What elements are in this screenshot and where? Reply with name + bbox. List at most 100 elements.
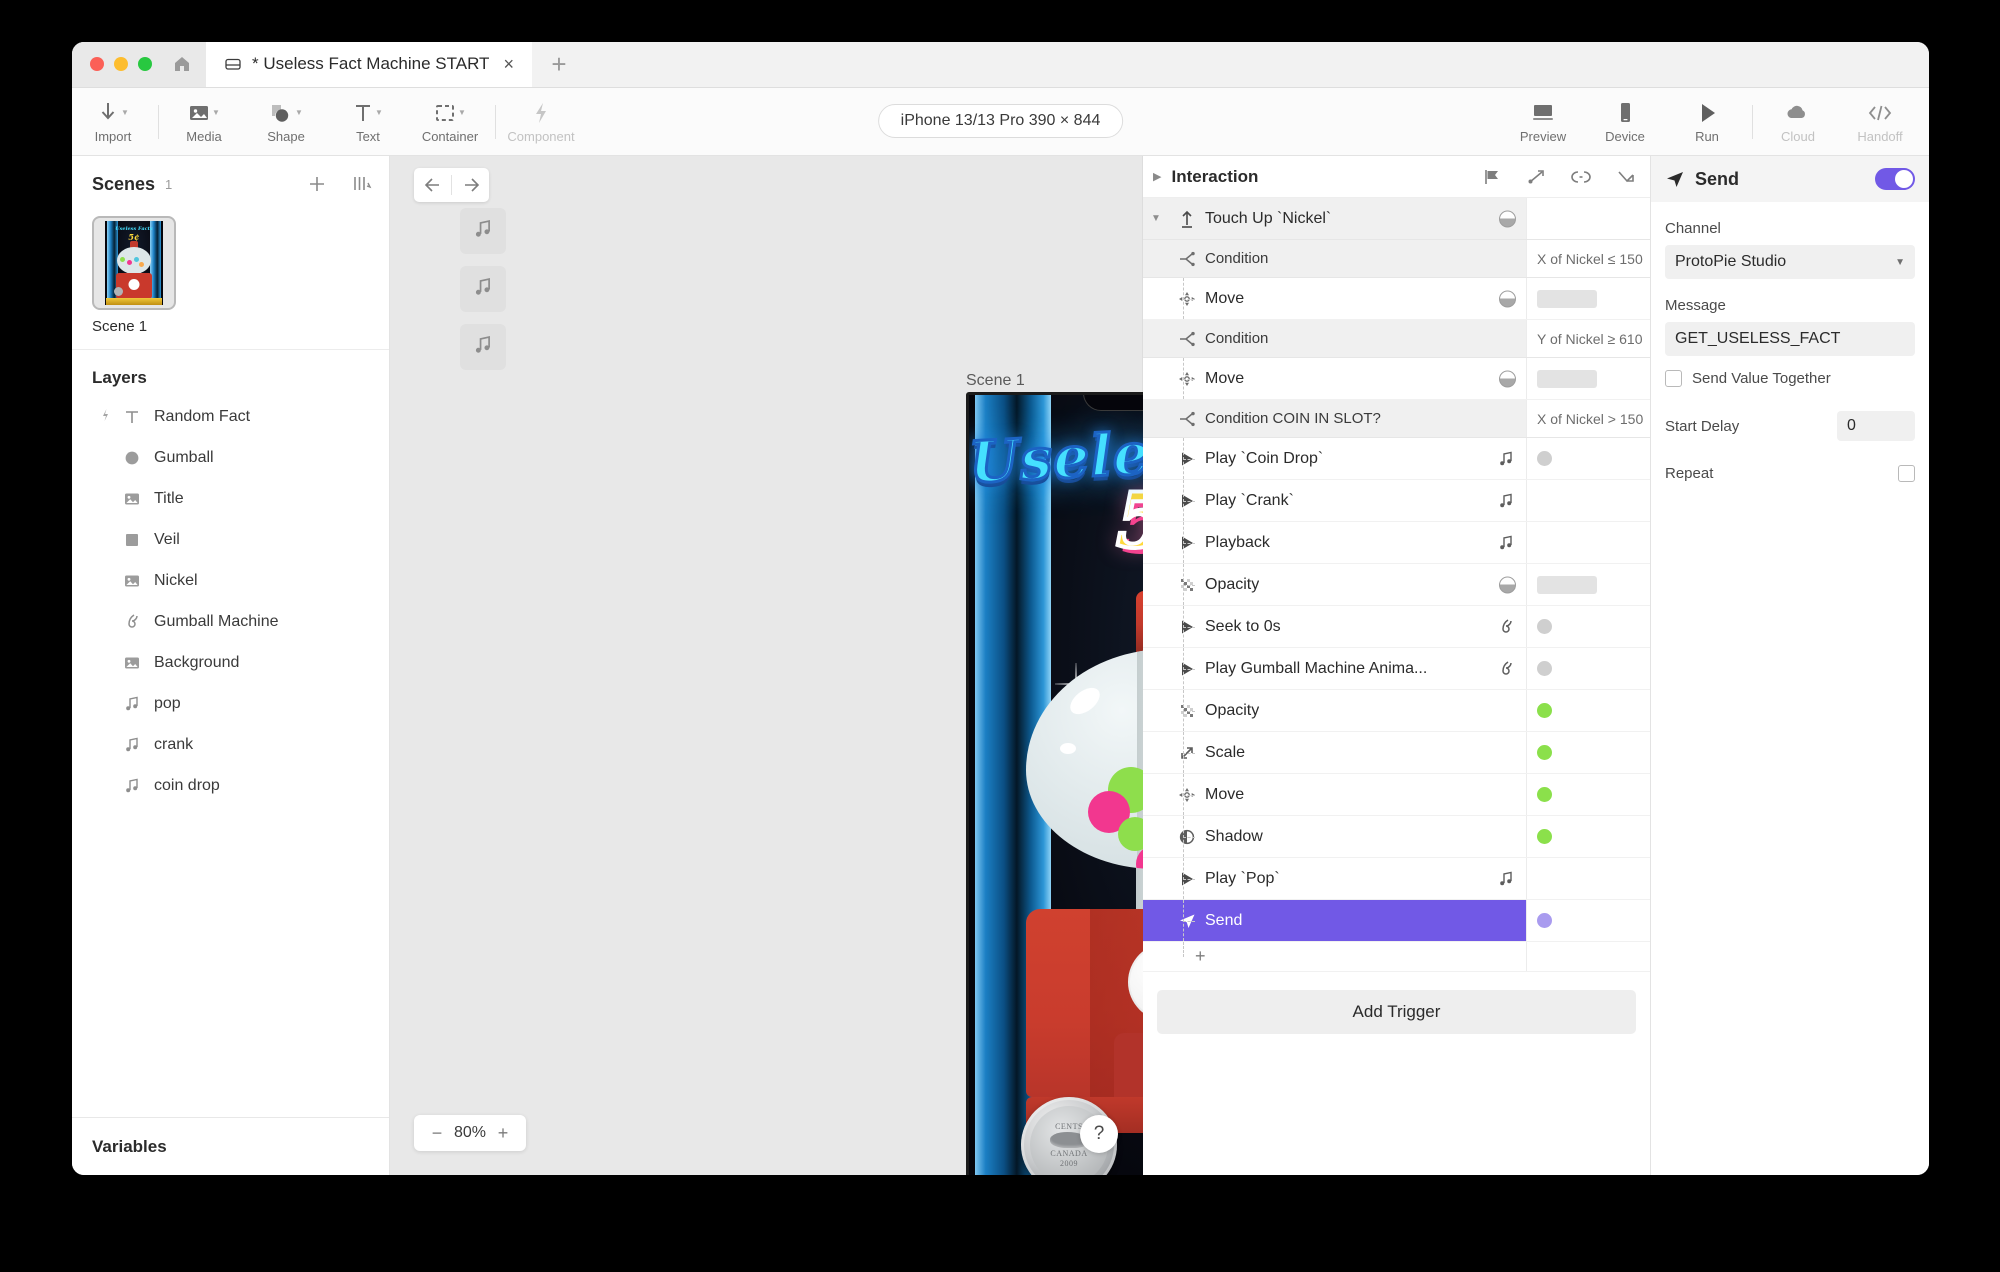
start-delay-input[interactable]: 0	[1837, 411, 1915, 441]
channel-select[interactable]: ProtoPie Studio ▼	[1665, 245, 1915, 279]
timeline-cell[interactable]	[1526, 358, 1650, 399]
toolbar-handoff-button[interactable]: Handoff	[1839, 88, 1921, 156]
response-row[interactable]: Scale	[1143, 732, 1650, 774]
layer-row[interactable]: coin drop	[72, 765, 389, 806]
timeline-cell[interactable]	[1526, 522, 1650, 563]
layer-row[interactable]: Nickel	[72, 560, 389, 601]
link-icon[interactable]	[1570, 168, 1592, 186]
layer-row[interactable]: Random Fact	[72, 396, 389, 437]
response-row[interactable]: Playback	[1143, 522, 1650, 564]
toolbar-import-button[interactable]: ▼ Import	[72, 88, 154, 156]
layer-row[interactable]: Gumball Machine	[72, 601, 389, 642]
timeline-cell[interactable]	[1526, 606, 1650, 647]
timeline-cell[interactable]	[1526, 480, 1650, 521]
add-trigger-button[interactable]: Add Trigger	[1157, 990, 1636, 1034]
layer-row[interactable]: Gumball	[72, 437, 389, 478]
easing-indicator[interactable]	[1499, 210, 1516, 227]
chevron-right-icon[interactable]: ▶	[1153, 170, 1161, 183]
timeline-cell[interactable]	[1526, 278, 1650, 319]
timeline-cell[interactable]	[1526, 900, 1650, 941]
timeline-cell[interactable]: X of Nickel ≤ 150	[1526, 240, 1650, 277]
audio-layer-chip[interactable]	[460, 266, 506, 312]
timeline-cell[interactable]: X of Nickel > 150	[1526, 400, 1650, 437]
response-row[interactable]: Play `Pop`	[1143, 858, 1650, 900]
new-tab-button[interactable]: +	[532, 42, 586, 87]
response-row[interactable]: Move	[1143, 278, 1650, 320]
easing-indicator[interactable]	[1499, 290, 1516, 307]
response-row[interactable]: Play Gumball Machine Anima...	[1143, 648, 1650, 690]
transition-icon[interactable]	[1526, 168, 1546, 186]
zoom-in-button[interactable]: +	[492, 1123, 514, 1144]
toolbar-media-button[interactable]: ▼ Media	[163, 88, 245, 156]
timeline-cell[interactable]	[1526, 198, 1650, 239]
help-button[interactable]: ?	[1080, 1115, 1118, 1153]
timeline-duration-bar[interactable]	[1537, 290, 1597, 308]
toolbar-device-button[interactable]: Device	[1584, 88, 1666, 156]
audio-layer-chip[interactable]	[460, 208, 506, 254]
response-row[interactable]: Seek to 0s	[1143, 606, 1650, 648]
nav-back-button[interactable]	[414, 168, 451, 202]
chevron-down-icon[interactable]: ▼	[1143, 213, 1169, 224]
condition-row[interactable]: ConditionY of Nickel ≥ 610	[1143, 320, 1650, 358]
zoom-out-button[interactable]: −	[426, 1123, 448, 1144]
timeline-keyframe-dot[interactable]	[1537, 787, 1552, 802]
add-response-button[interactable]: +	[1195, 946, 1206, 967]
toolbar-run-button[interactable]: Run	[1666, 88, 1748, 156]
timeline-keyframe-dot[interactable]	[1537, 913, 1552, 928]
timeline-duration-bar[interactable]	[1537, 576, 1597, 594]
toolbar-text-button[interactable]: ▼ Text	[327, 88, 409, 156]
toolbar-preview-button[interactable]: Preview	[1502, 88, 1584, 156]
repeat-checkbox[interactable]	[1898, 465, 1915, 482]
toolbar-cloud-button[interactable]: Cloud	[1757, 88, 1839, 156]
timeline-cell[interactable]	[1526, 648, 1650, 689]
easing-indicator[interactable]	[1499, 576, 1516, 593]
response-row[interactable]: Play `Coin Drop`	[1143, 438, 1650, 480]
condition-row[interactable]: ConditionX of Nickel ≤ 150	[1143, 240, 1650, 278]
nav-forward-button[interactable]	[452, 168, 489, 202]
layer-row[interactable]: crank	[72, 724, 389, 765]
add-response-row[interactable]: +	[1143, 942, 1650, 972]
timeline-keyframe-dot[interactable]	[1537, 745, 1552, 760]
scene-card-scene-1[interactable]: Useless Facts 5¢	[92, 216, 176, 310]
scene-sort-icon[interactable]	[351, 174, 373, 194]
timeline-keyframe-dot[interactable]	[1537, 661, 1552, 676]
device-selector[interactable]: iPhone 13/13 Pro 390 × 844	[878, 104, 1124, 138]
easing-indicator[interactable]	[1499, 370, 1516, 387]
flag-icon[interactable]	[1482, 168, 1502, 186]
toolbar-container-button[interactable]: ▼ Container	[409, 88, 491, 156]
tab-useless-fact-machine[interactable]: * Useless Fact Machine START ×	[206, 42, 532, 87]
timeline-keyframe-dot[interactable]	[1537, 703, 1552, 718]
variables-section-header[interactable]: Variables	[72, 1117, 389, 1175]
send-value-together-checkbox[interactable]	[1665, 370, 1682, 387]
timeline-cell[interactable]	[1526, 816, 1650, 857]
timeline-cell[interactable]: Y of Nickel ≥ 610	[1526, 320, 1650, 357]
home-icon[interactable]	[172, 54, 192, 74]
timeline-duration-bar[interactable]	[1537, 370, 1597, 388]
timeline-cell[interactable]	[1526, 564, 1650, 605]
toolbar-component-button[interactable]: Component	[500, 88, 582, 156]
layer-row[interactable]: Title	[72, 478, 389, 519]
collapse-icon[interactable]	[1616, 168, 1636, 186]
response-row[interactable]: Send	[1143, 900, 1650, 942]
timeline-keyframe-dot[interactable]	[1537, 619, 1552, 634]
timeline-cell[interactable]	[1526, 774, 1650, 815]
layer-row[interactable]: Background	[72, 642, 389, 683]
maximize-window-button[interactable]	[138, 57, 152, 71]
trigger-row[interactable]: ▼Touch Up `Nickel`	[1143, 198, 1650, 240]
condition-row[interactable]: Condition COIN IN SLOT?X of Nickel > 150	[1143, 400, 1650, 438]
timeline-cell[interactable]	[1526, 690, 1650, 731]
interaction-rows-scroll[interactable]: 0 0.2 0.4 ▼Touch Up `Nickel`ConditionX o…	[1143, 198, 1650, 1175]
timeline-cell[interactable]	[1526, 438, 1650, 479]
audio-layer-chip[interactable]	[460, 324, 506, 370]
response-row[interactable]: Move	[1143, 358, 1650, 400]
response-enabled-toggle[interactable]	[1875, 168, 1915, 190]
response-row[interactable]: Shadow	[1143, 816, 1650, 858]
toolbar-shape-button[interactable]: ▼ Shape	[245, 88, 327, 156]
timeline-keyframe-dot[interactable]	[1537, 829, 1552, 844]
close-icon[interactable]: ×	[499, 55, 518, 73]
response-row[interactable]: Move	[1143, 774, 1650, 816]
timeline-keyframe-dot[interactable]	[1537, 451, 1552, 466]
layer-row[interactable]: Veil	[72, 519, 389, 560]
response-row[interactable]: Play `Crank`	[1143, 480, 1650, 522]
response-row[interactable]: Opacity	[1143, 564, 1650, 606]
